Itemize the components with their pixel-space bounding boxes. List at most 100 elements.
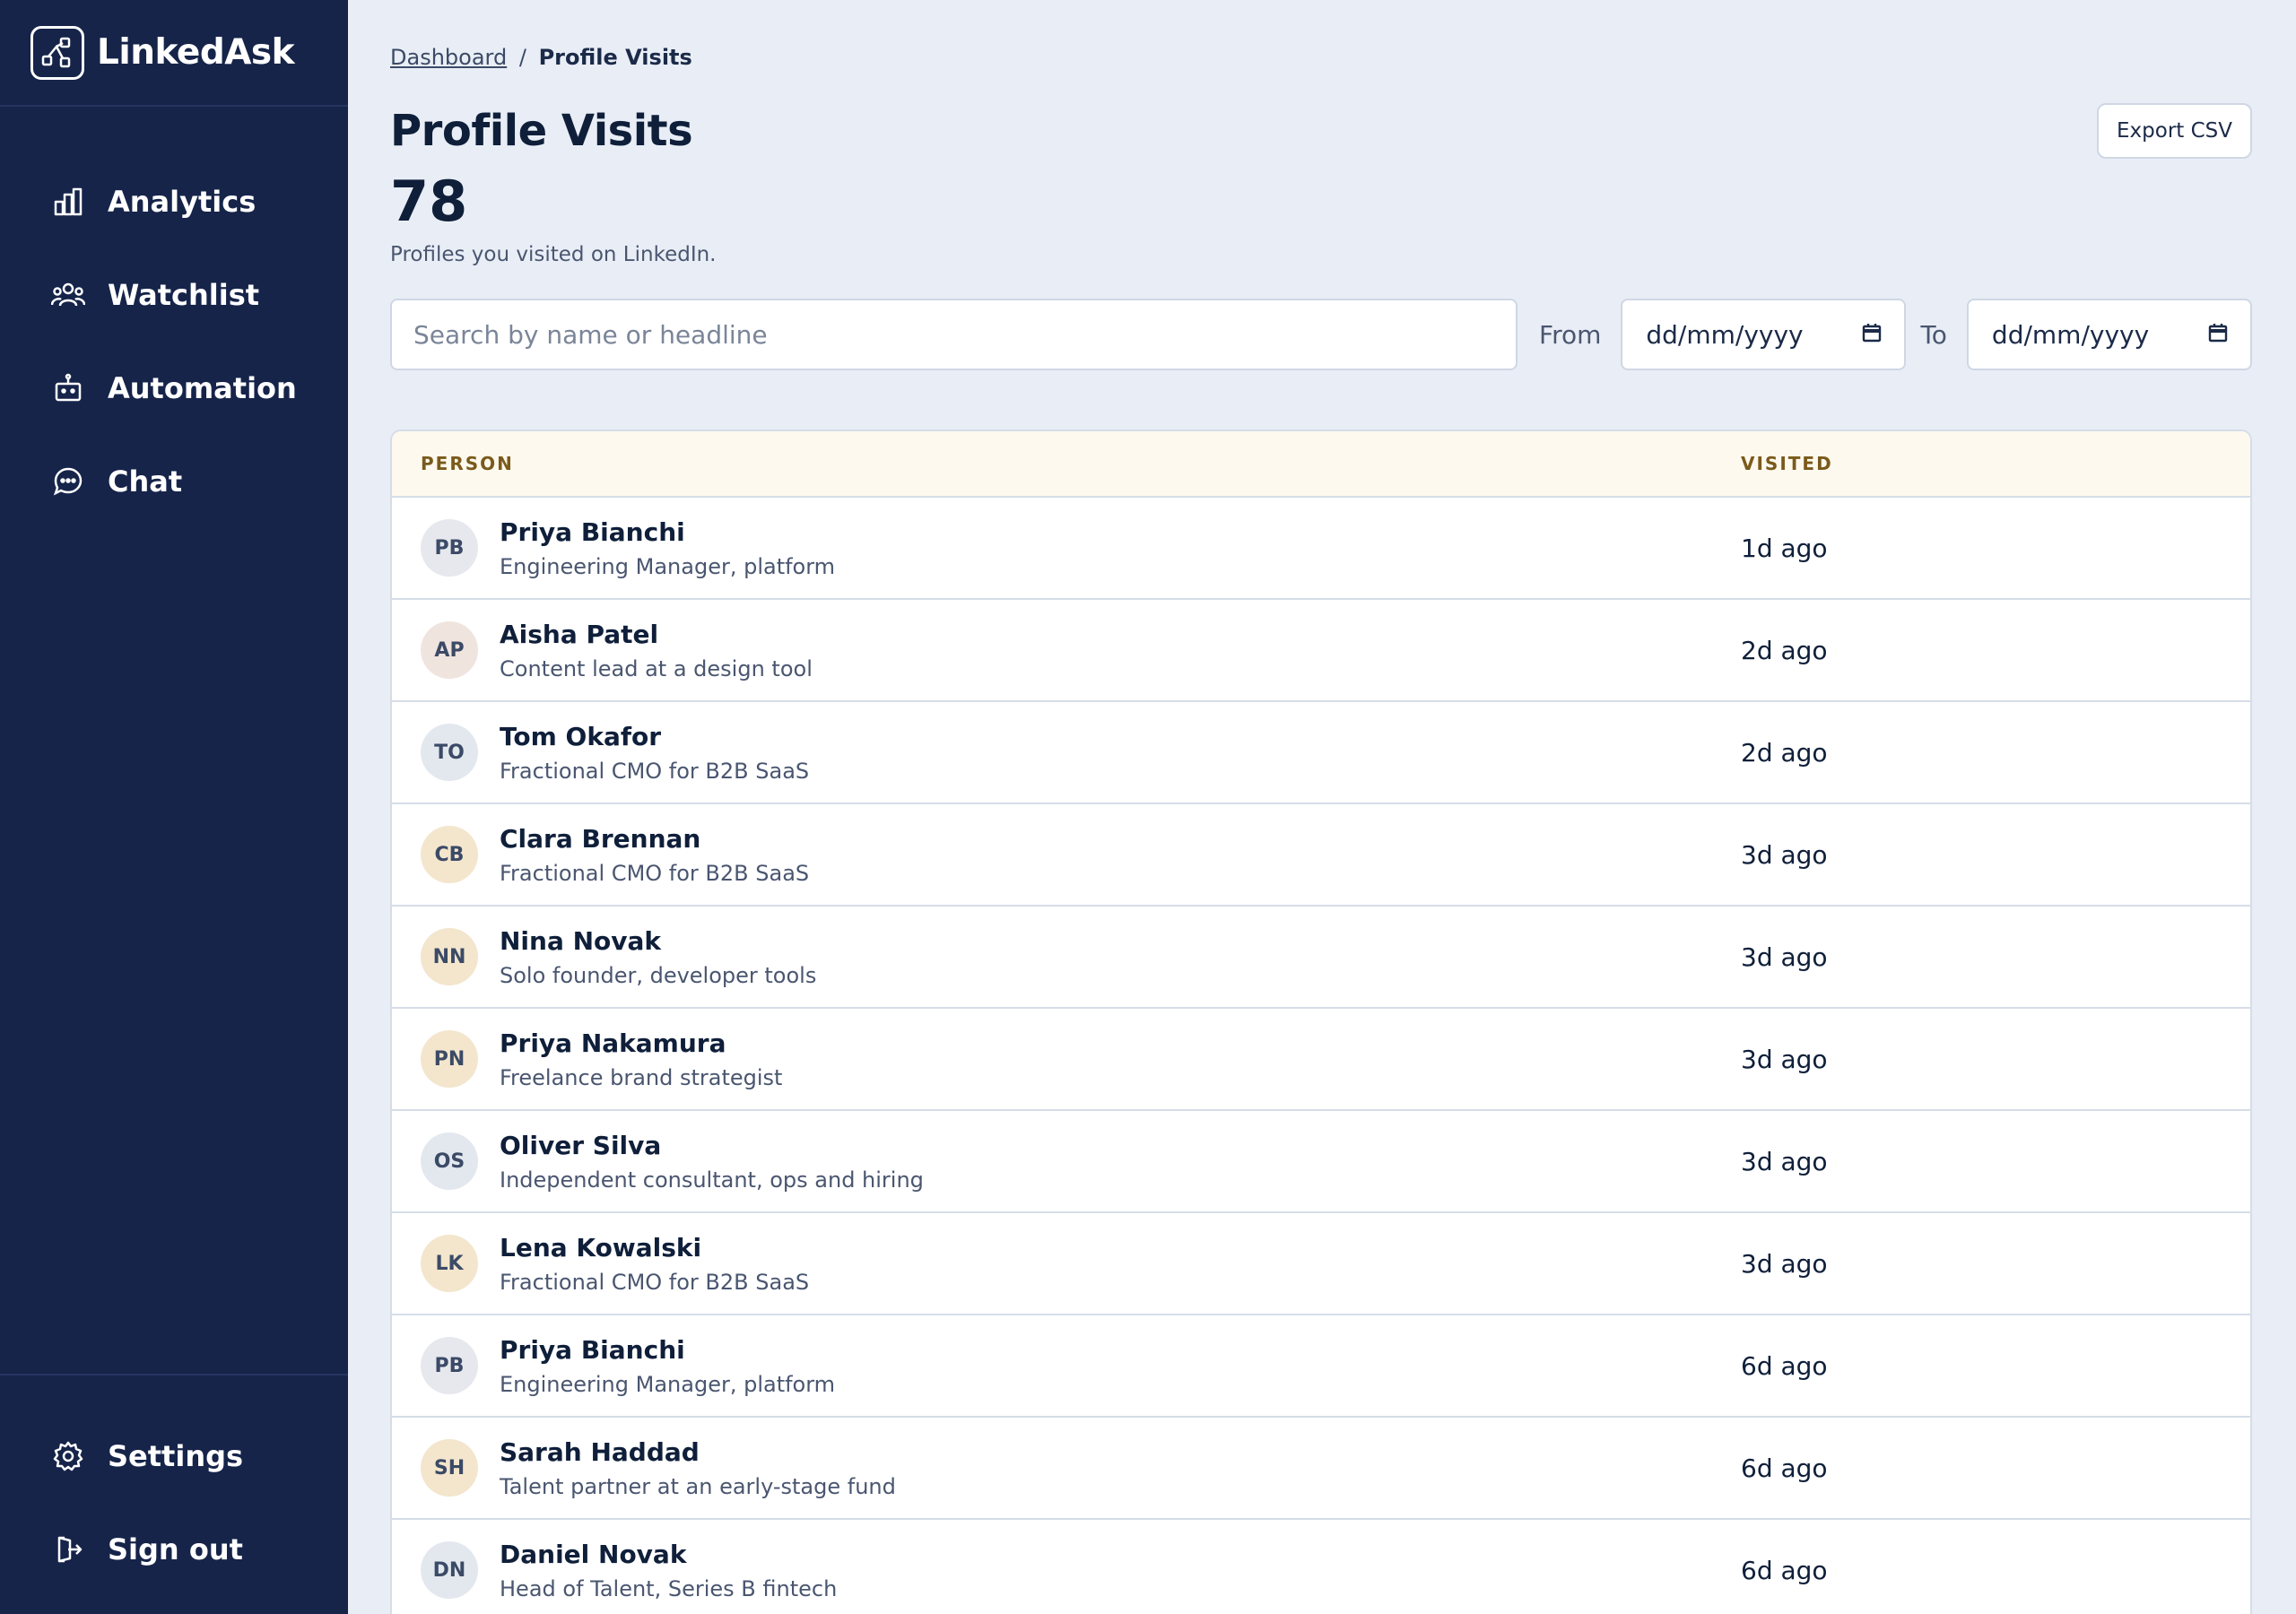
visited-time: 6d ago (1741, 1453, 1828, 1483)
person-name[interactable]: Tom Okafor (500, 722, 809, 751)
person-cell: PB Priya Bianchi Engineering Manager, plat… (392, 1335, 1741, 1397)
visited-time: 1d ago (1741, 533, 1828, 563)
person-info: Oliver Silva Independent consultant, ops … (500, 1131, 924, 1193)
main-content: Dashboard / Profile Visits Profile Visit… (390, 0, 2252, 1614)
avatar: PN (421, 1030, 478, 1088)
linkedask-logo-icon (30, 25, 84, 80)
avatar: LK (421, 1235, 478, 1292)
person-headline: Head of Talent, Series B fintech (500, 1575, 838, 1601)
nav-item-chat[interactable]: Chat (0, 435, 348, 528)
person-name[interactable]: Daniel Novak (500, 1540, 837, 1569)
person-cell: TO Tom Okafor Fractional CMO for B2B SaaS (392, 722, 1741, 784)
table-row[interactable]: PB Priya Bianchi Engineering Manager, plat… (392, 498, 2250, 600)
page-title: Profile Visits (390, 106, 693, 156)
avatar: TO (421, 724, 478, 781)
breadcrumb: Dashboard / Profile Visits (390, 45, 2252, 70)
person-headline: Talent partner at an early-stage fund (500, 1473, 896, 1499)
person-info: Priya Bianchi Engineering Manager, platfo… (500, 517, 835, 579)
to-date-input[interactable]: dd/mm/yyyy (1966, 299, 2252, 370)
person-info: Aisha Patel Content lead at a design tool (500, 620, 813, 681)
users-icon (50, 277, 86, 313)
page-subtitle: Profiles you visited on LinkedIn. (390, 243, 717, 266)
person-name[interactable]: Priya Bianchi (500, 517, 835, 547)
nav-label-automation: Automation (108, 371, 297, 405)
person-info: Daniel Novak Head of Talent, Series B fin… (500, 1540, 837, 1601)
person-headline: Solo founder, developer tools (500, 962, 817, 988)
person-name[interactable]: Oliver Silva (500, 1131, 924, 1160)
avatar: NN (421, 928, 478, 985)
person-headline: Fractional CMO for B2B SaaS (500, 860, 810, 886)
brand[interactable]: LinkedAsk (0, 0, 348, 107)
person-headline: Fractional CMO for B2B SaaS (500, 1269, 810, 1295)
calendar-icon[interactable] (2207, 320, 2229, 350)
person-headline: Engineering Manager, platform (500, 553, 836, 579)
gear-icon (50, 1438, 86, 1474)
avatar: OS (421, 1132, 478, 1190)
from-label: From (1539, 319, 1602, 350)
main-nav: Analytics Watchlist Automation Chat (0, 107, 348, 528)
person-name[interactable]: Clara Brennan (500, 824, 809, 854)
calendar-icon[interactable] (1861, 320, 1883, 350)
visited-time: 6d ago (1741, 1350, 1828, 1381)
nav-item-watchlist[interactable]: Watchlist (0, 248, 348, 342)
person-cell: NN Nina Novak Solo founder, developer tool… (392, 926, 1741, 988)
nav-label-analytics: Analytics (108, 185, 257, 219)
avatar: AP (421, 621, 478, 679)
person-name[interactable]: Aisha Patel (500, 620, 813, 649)
avatar: CB (421, 826, 478, 883)
profile-visits-table: PERSON VISITED PB Priya Bianchi Engineerin… (390, 430, 2252, 1614)
person-info: Sarah Haddad Talent partner at an early-s… (500, 1437, 896, 1499)
table-row[interactable]: SH Sarah Haddad Talent partner at an early… (392, 1418, 2250, 1520)
search-input[interactable]: Search by name or headline (390, 299, 1518, 370)
robot-icon (50, 370, 86, 406)
table-row[interactable]: NN Nina Novak Solo founder, developer tool… (392, 907, 2250, 1009)
breadcrumb-current: Profile Visits (538, 45, 692, 70)
nav-item-automation[interactable]: Automation (0, 342, 348, 435)
person-headline: Engineering Manager, platform (500, 1371, 836, 1397)
breadcrumb-dashboard-link[interactable]: Dashboard (390, 45, 507, 70)
person-name[interactable]: Priya Nakamura (500, 1028, 782, 1058)
table-row[interactable]: TO Tom Okafor Fractional CMO for B2B SaaS 2… (392, 702, 2250, 804)
person-cell: LK Lena Kowalski Fractional CMO for B2B Sa… (392, 1233, 1741, 1295)
table-header: PERSON VISITED (392, 431, 2250, 498)
person-cell: PB Priya Bianchi Engineering Manager, plat… (392, 517, 1741, 579)
nav-item-settings[interactable]: Settings (0, 1410, 348, 1503)
chat-bubble-icon (50, 464, 86, 499)
visited-time: 6d ago (1741, 1555, 1828, 1585)
nav-label-chat: Chat (108, 464, 183, 499)
person-cell: DN Daniel Novak Head of Talent, Series B f… (392, 1540, 1741, 1601)
table-row[interactable]: PB Priya Bianchi Engineering Manager, plat… (392, 1315, 2250, 1418)
visited-time: 3d ago (1741, 1146, 1828, 1176)
table-row[interactable]: LK Lena Kowalski Fractional CMO for B2B Sa… (392, 1213, 2250, 1315)
column-header-person: PERSON (421, 453, 514, 474)
person-headline: Independent consultant, ops and hiring (500, 1167, 924, 1193)
table-row[interactable]: DN Daniel Novak Head of Talent, Series B f… (392, 1520, 2250, 1614)
person-headline: Freelance brand strategist (500, 1064, 783, 1090)
bar-chart-icon (50, 184, 86, 220)
table-row[interactable]: AP Aisha Patel Content lead at a design to… (392, 600, 2250, 702)
sign-out-icon (50, 1532, 86, 1567)
person-name[interactable]: Lena Kowalski (500, 1233, 809, 1263)
nav-label-settings: Settings (108, 1439, 244, 1473)
nav-label-sign-out: Sign out (108, 1532, 243, 1566)
table-row[interactable]: PN Priya Nakamura Freelance brand strategi… (392, 1009, 2250, 1111)
person-info: Clara Brennan Fractional CMO for B2B SaaS (500, 824, 809, 886)
visited-time: 3d ago (1741, 941, 1828, 972)
filters-bar: Search by name or headline From dd/mm/yy… (390, 299, 2252, 370)
avatar: SH (421, 1439, 478, 1497)
export-csv-button[interactable]: Export CSV (2097, 103, 2252, 159)
person-headline: Fractional CMO for B2B SaaS (500, 758, 810, 784)
nav-item-analytics[interactable]: Analytics (0, 155, 348, 248)
table-row[interactable]: OS Oliver Silva Independent consultant, op… (392, 1111, 2250, 1213)
person-headline: Content lead at a design tool (500, 655, 813, 681)
person-info: Tom Okafor Fractional CMO for B2B SaaS (500, 722, 809, 784)
from-date-input[interactable]: dd/mm/yyyy (1621, 299, 1907, 370)
person-name[interactable]: Priya Bianchi (500, 1335, 835, 1365)
person-info: Priya Nakamura Freelance brand strategist (500, 1028, 782, 1090)
person-name[interactable]: Nina Novak (500, 926, 816, 956)
table-row[interactable]: CB Clara Brennan Fractional CMO for B2B Sa… (392, 804, 2250, 907)
person-name[interactable]: Sarah Haddad (500, 1437, 896, 1467)
person-info: Priya Bianchi Engineering Manager, platfo… (500, 1335, 835, 1397)
column-header-visited: VISITED (1741, 453, 1833, 474)
nav-item-sign-out[interactable]: Sign out (0, 1503, 348, 1596)
